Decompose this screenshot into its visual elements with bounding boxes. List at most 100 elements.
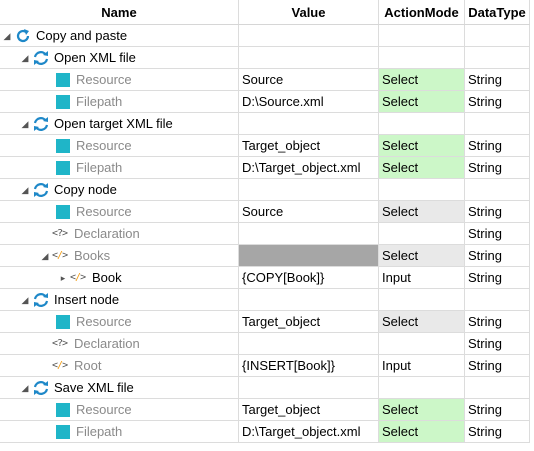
collapsed-arrow-icon[interactable]: ▸ [58,267,68,288]
value-cell[interactable]: Target_object [239,311,379,332]
tree-row-copy-and-paste[interactable]: ◢ Copy and paste [0,25,530,47]
refresh-icon [33,117,49,131]
column-header-actionmode[interactable]: ActionMode [379,0,465,24]
actionmode-cell[interactable] [379,289,465,310]
value-cell[interactable] [239,377,379,398]
tree-row-filepath[interactable]: Filepath D:\Target_object.xml Select Str… [0,157,530,179]
parameter-icon [56,205,70,219]
value-cell[interactable] [239,223,379,244]
row-name: Resource [76,314,132,329]
value-cell[interactable]: Target_object [239,399,379,420]
value-cell[interactable] [239,179,379,200]
actionmode-cell[interactable] [379,223,465,244]
actionmode-cell[interactable]: Select [379,201,465,222]
datatype-cell: String [465,245,530,266]
value-cell[interactable] [239,113,379,134]
actionmode-cell[interactable] [379,47,465,68]
datatype-cell: String [465,223,530,244]
row-name: Copy node [54,182,117,197]
tree-row-declaration[interactable]: <?> Declaration String [0,333,530,355]
datatype-cell [465,25,530,46]
datatype-cell: String [465,399,530,420]
expanded-arrow-icon[interactable]: ◢ [20,47,30,68]
datatype-cell: String [465,91,530,112]
tree-row-copy-node[interactable]: ◢ Copy node [0,179,530,201]
row-name: Declaration [74,336,140,351]
row-name: Root [74,358,102,373]
tree-row-root[interactable]: </> Root {INSERT[Book]} Input String [0,355,530,377]
value-cell[interactable] [239,245,379,266]
expanded-arrow-icon[interactable]: ◢ [20,179,30,200]
expanded-arrow-icon[interactable]: ◢ [40,245,50,266]
actionmode-cell[interactable] [379,333,465,354]
tree-row-resource[interactable]: Resource Source Select String [0,69,530,91]
tree-row-resource[interactable]: Resource Target_object Select String [0,399,530,421]
value-cell[interactable] [239,47,379,68]
datatype-cell: String [465,333,530,354]
xml-element-icon: </> [52,250,68,261]
actionmode-cell[interactable]: Select [379,245,465,266]
row-name: Resource [76,72,132,87]
refresh-icon [33,183,49,197]
tree-row-open-target-xml-file[interactable]: ◢ Open target XML file [0,113,530,135]
actionmode-cell[interactable] [379,179,465,200]
xml-element-icon: </> [70,272,86,283]
tree-row-filepath[interactable]: Filepath D:\Source.xml Select String [0,91,530,113]
expanded-arrow-icon[interactable]: ◢ [20,289,30,310]
parameter-icon [56,425,70,439]
value-cell[interactable] [239,25,379,46]
actionmode-cell[interactable]: Select [379,135,465,156]
value-cell[interactable]: Source [239,201,379,222]
datatype-cell: String [465,311,530,332]
value-cell[interactable]: D:\Target_object.xml [239,157,379,178]
row-name: Open XML file [54,50,136,65]
tree-row-open-xml-file[interactable]: ◢ Open XML file [0,47,530,69]
actionmode-cell[interactable] [379,25,465,46]
column-header-datatype[interactable]: DataType [465,0,530,24]
expanded-arrow-icon[interactable]: ◢ [20,113,30,134]
actionmode-cell[interactable] [379,113,465,134]
parameter-icon [56,95,70,109]
row-name: Declaration [74,226,140,241]
value-cell[interactable]: Source [239,69,379,90]
actionmode-cell[interactable]: Select [379,157,465,178]
tree-row-book[interactable]: ▸ </> Book {COPY[Book]} Input String [0,267,530,289]
row-name: Filepath [76,94,123,109]
tree-row-resource[interactable]: Resource Target_object Select String [0,135,530,157]
tree-row-resource[interactable]: Resource Source Select String [0,201,530,223]
actionmode-cell[interactable]: Input [379,355,465,376]
value-cell[interactable]: D:\Source.xml [239,91,379,112]
datatype-cell: String [465,69,530,90]
actionmode-cell[interactable] [379,377,465,398]
actionmode-cell[interactable]: Select [379,91,465,112]
column-header-value[interactable]: Value [239,0,379,24]
value-cell[interactable]: {INSERT[Book]} [239,355,379,376]
datatype-cell: String [465,157,530,178]
actionmode-cell[interactable]: Select [379,421,465,442]
expanded-arrow-icon[interactable]: ◢ [2,25,12,46]
value-cell[interactable]: D:\Target_object.xml [239,421,379,442]
value-cell[interactable]: Target_object [239,135,379,156]
datatype-cell [465,47,530,68]
datatype-cell: String [465,135,530,156]
tree-row-filepath[interactable]: Filepath D:\Target_object.xml Select Str… [0,421,530,443]
row-name: Resource [76,138,132,153]
actionmode-cell[interactable]: Select [379,311,465,332]
value-cell[interactable] [239,289,379,310]
value-cell[interactable] [239,333,379,354]
value-cell[interactable]: {COPY[Book]} [239,267,379,288]
tree-row-save-xml-file[interactable]: ◢ Save XML file [0,377,530,399]
actionmode-cell[interactable]: Input [379,267,465,288]
actionmode-cell[interactable]: Select [379,399,465,420]
tree-row-books[interactable]: ◢ </> Books Select String [0,245,530,267]
tree-row-declaration[interactable]: <?> Declaration String [0,223,530,245]
tree-row-insert-node[interactable]: ◢ Insert node [0,289,530,311]
expanded-arrow-icon[interactable]: ◢ [20,377,30,398]
parameter-icon [56,73,70,87]
datatype-cell: String [465,355,530,376]
tree-row-resource[interactable]: Resource Target_object Select String [0,311,530,333]
actionmode-cell[interactable]: Select [379,69,465,90]
row-name: Filepath [76,160,123,175]
datatype-cell [465,289,530,310]
column-header-name[interactable]: Name [0,0,239,24]
